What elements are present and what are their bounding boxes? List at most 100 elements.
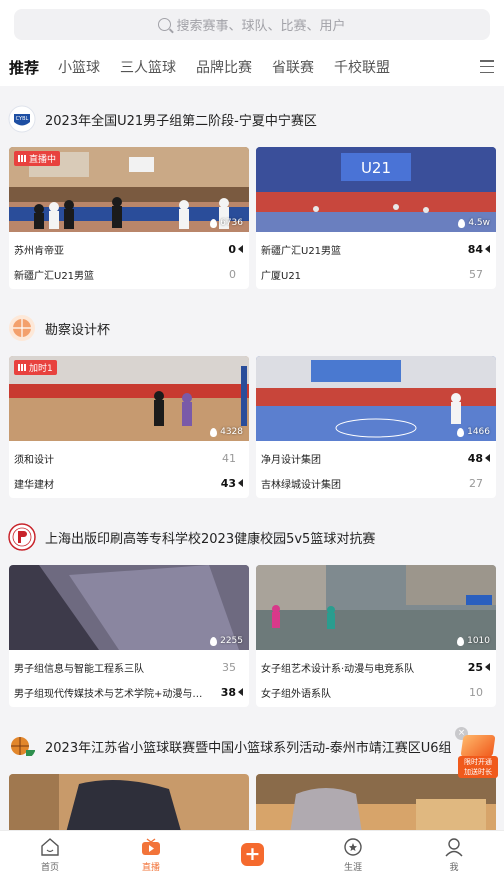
team-score: 43 bbox=[220, 476, 236, 490]
overtime-badge: 加时1 bbox=[14, 360, 57, 375]
nav-me[interactable]: 我 bbox=[424, 837, 484, 873]
event-title: 勘察设计杯 bbox=[45, 322, 111, 338]
team-row: 净月设计集团 48 bbox=[261, 448, 493, 468]
team-score: 57 bbox=[469, 267, 483, 281]
game-thumbnail: U21 4.5w bbox=[256, 147, 496, 232]
game-card[interactable]: 加时1 4328 须和设计 41 建华建材 43 bbox=[9, 356, 249, 498]
tab-thousand-schools[interactable]: 千校联盟 bbox=[334, 57, 390, 77]
view-count: 6736 bbox=[210, 218, 243, 228]
team-score: 0 bbox=[228, 242, 236, 256]
event-header[interactable]: 2023年江苏省小篮球联赛暨中国小篮球系列活动-泰州市靖江赛区U6组 bbox=[0, 728, 504, 764]
flame-icon bbox=[457, 427, 465, 437]
game-card[interactable]: 2255 男子组信息与智能工程系三队 35 男子组现代传媒技术与艺术学院+动漫与… bbox=[9, 565, 249, 707]
flame-icon bbox=[210, 636, 218, 646]
svg-text:U21: U21 bbox=[361, 159, 391, 177]
event-title: 2023年江苏省小篮球联赛暨中国小篮球系列活动-泰州市靖江赛区U6组 bbox=[45, 740, 452, 756]
event-section: 上海出版印刷高等专科学校2023健康校园5v5篮球对抗赛 2255 男子组信息与… bbox=[0, 519, 504, 714]
nav-career[interactable]: 生涯 bbox=[323, 837, 383, 873]
game-thumbnail: 1466 bbox=[256, 356, 496, 441]
tab-mini-basketball[interactable]: 小篮球 bbox=[58, 57, 100, 77]
game-card[interactable]: U21 4.5w 新疆广汇U21男篮 84 广厦U21 57 bbox=[256, 147, 496, 289]
game-thumbnail: 1010 bbox=[256, 565, 496, 650]
team-row: 吉林绿城设计集团 27 bbox=[261, 473, 493, 493]
view-count: 1466 bbox=[457, 427, 490, 437]
game-card[interactable] bbox=[256, 774, 496, 830]
basketball-logo-icon bbox=[9, 315, 35, 341]
flame-icon bbox=[457, 636, 465, 646]
team-row: 建华建材 43 bbox=[14, 473, 246, 493]
team-score: 0 bbox=[229, 267, 236, 281]
team-score: 48 bbox=[467, 451, 483, 465]
tab-3x3-basketball[interactable]: 三人篮球 bbox=[120, 57, 176, 77]
profile-icon bbox=[445, 838, 463, 857]
nav-home[interactable]: 首页 bbox=[20, 837, 80, 873]
nav-live[interactable]: 直播 bbox=[121, 837, 181, 873]
game-card[interactable]: 1466 净月设计集团 48 吉林绿城设计集团 27 bbox=[256, 356, 496, 498]
leader-arrow-icon bbox=[238, 687, 246, 697]
team-row: 苏州肯帝亚 0 bbox=[14, 239, 246, 259]
view-count: 1010 bbox=[457, 636, 490, 646]
flame-icon bbox=[210, 427, 218, 437]
event-title: 2023年全国U21男子组第二阶段-宁夏中宁赛区 bbox=[45, 113, 317, 129]
menu-icon[interactable] bbox=[480, 60, 494, 73]
school-emblem-icon bbox=[8, 523, 36, 551]
leader-arrow-icon bbox=[238, 478, 246, 488]
team-row: 须和设计 41 bbox=[14, 448, 246, 468]
game-thumbnail bbox=[9, 774, 249, 830]
team-name: 净月设计集团 bbox=[261, 454, 321, 466]
team-score: 10 bbox=[469, 685, 483, 699]
career-icon bbox=[344, 838, 362, 856]
flame-icon bbox=[458, 218, 466, 228]
team-name: 须和设计 bbox=[14, 454, 54, 466]
vip-promo-widget[interactable]: × 限时开通 加送时长 bbox=[455, 727, 498, 779]
tab-provincial-league[interactable]: 省联赛 bbox=[272, 57, 314, 77]
tab-recommend[interactable]: 推荐 bbox=[9, 57, 39, 78]
game-thumbnail: 2255 bbox=[9, 565, 249, 650]
search-input[interactable]: 搜索赛事、球队、比赛、用户 bbox=[14, 9, 490, 40]
promo-text: 限时开通 加送时长 bbox=[458, 756, 498, 778]
mini-basketball-logo-icon bbox=[11, 737, 35, 756]
svg-text:CYBL: CYBL bbox=[16, 116, 29, 122]
create-plus-button[interactable]: + bbox=[241, 843, 264, 866]
category-tabs: 推荐 小篮球 三人篮球 品牌比赛 省联赛 千校联盟 bbox=[9, 55, 410, 79]
leader-arrow-icon bbox=[485, 244, 493, 254]
game-card[interactable]: 1010 女子组艺术设计系·动漫与电竞系队 25 女子组外语系队 10 bbox=[256, 565, 496, 707]
event-section: CYBL 2023年全国U21男子组第二阶段-宁夏中宁赛区 直播中 6736 苏… bbox=[0, 101, 504, 296]
view-count: 4328 bbox=[210, 427, 243, 437]
view-count: 2255 bbox=[210, 636, 243, 646]
team-name: 新疆广汇U21男篮 bbox=[14, 270, 95, 282]
team-name: 吉林绿城设计集团 bbox=[261, 479, 341, 491]
game-card[interactable]: 直播中 6736 苏州肯帝亚 0 新疆广汇U21男篮 0 bbox=[9, 147, 249, 289]
team-row: 女子组外语系队 10 bbox=[261, 682, 493, 702]
team-name: 女子组外语系队 bbox=[261, 688, 331, 700]
team-name: 苏州肯帝亚 bbox=[14, 245, 64, 257]
search-icon bbox=[158, 18, 172, 31]
team-row: 新疆广汇U21男篮 84 bbox=[261, 239, 493, 259]
team-row: 女子组艺术设计系·动漫与电竞系队 25 bbox=[261, 657, 493, 677]
team-row: 男子组信息与智能工程系三队 35 bbox=[14, 657, 246, 677]
game-thumbnail bbox=[256, 774, 496, 830]
home-icon bbox=[41, 838, 59, 856]
leader-arrow-icon bbox=[238, 244, 246, 254]
game-thumbnail: 直播中 6736 bbox=[9, 147, 249, 232]
flame-icon bbox=[210, 218, 218, 228]
live-tv-icon bbox=[142, 838, 160, 855]
event-section: 勘察设计杯 加时1 4328 须和设计 41 建华建材 43 1466 净月设计… bbox=[0, 310, 504, 505]
event-title: 上海出版印刷高等专科学校2023健康校园5v5篮球对抗赛 bbox=[45, 531, 376, 547]
team-score: 84 bbox=[467, 242, 483, 256]
event-header[interactable]: CYBL 2023年全国U21男子组第二阶段-宁夏中宁赛区 bbox=[0, 101, 504, 137]
team-name: 建华建材 bbox=[14, 479, 54, 491]
game-thumbnail: 加时1 4328 bbox=[9, 356, 249, 441]
team-name: 女子组艺术设计系·动漫与电竞系队 bbox=[261, 663, 415, 675]
team-name: 男子组信息与智能工程系三队 bbox=[14, 663, 144, 675]
team-row: 广厦U21 57 bbox=[261, 264, 493, 284]
leader-arrow-icon bbox=[485, 662, 493, 672]
game-card[interactable] bbox=[9, 774, 249, 830]
event-header[interactable]: 勘察设计杯 bbox=[0, 310, 504, 346]
live-badge: 直播中 bbox=[14, 151, 61, 166]
team-row: 男子组现代传媒技术与艺术学院+动漫与电… 38 bbox=[14, 682, 246, 702]
event-header[interactable]: 上海出版印刷高等专科学校2023健康校园5v5篮球对抗赛 bbox=[0, 519, 504, 555]
leader-arrow-icon bbox=[485, 453, 493, 463]
tab-brand-games[interactable]: 品牌比赛 bbox=[196, 57, 252, 77]
search-placeholder: 搜索赛事、球队、比赛、用户 bbox=[176, 19, 346, 34]
